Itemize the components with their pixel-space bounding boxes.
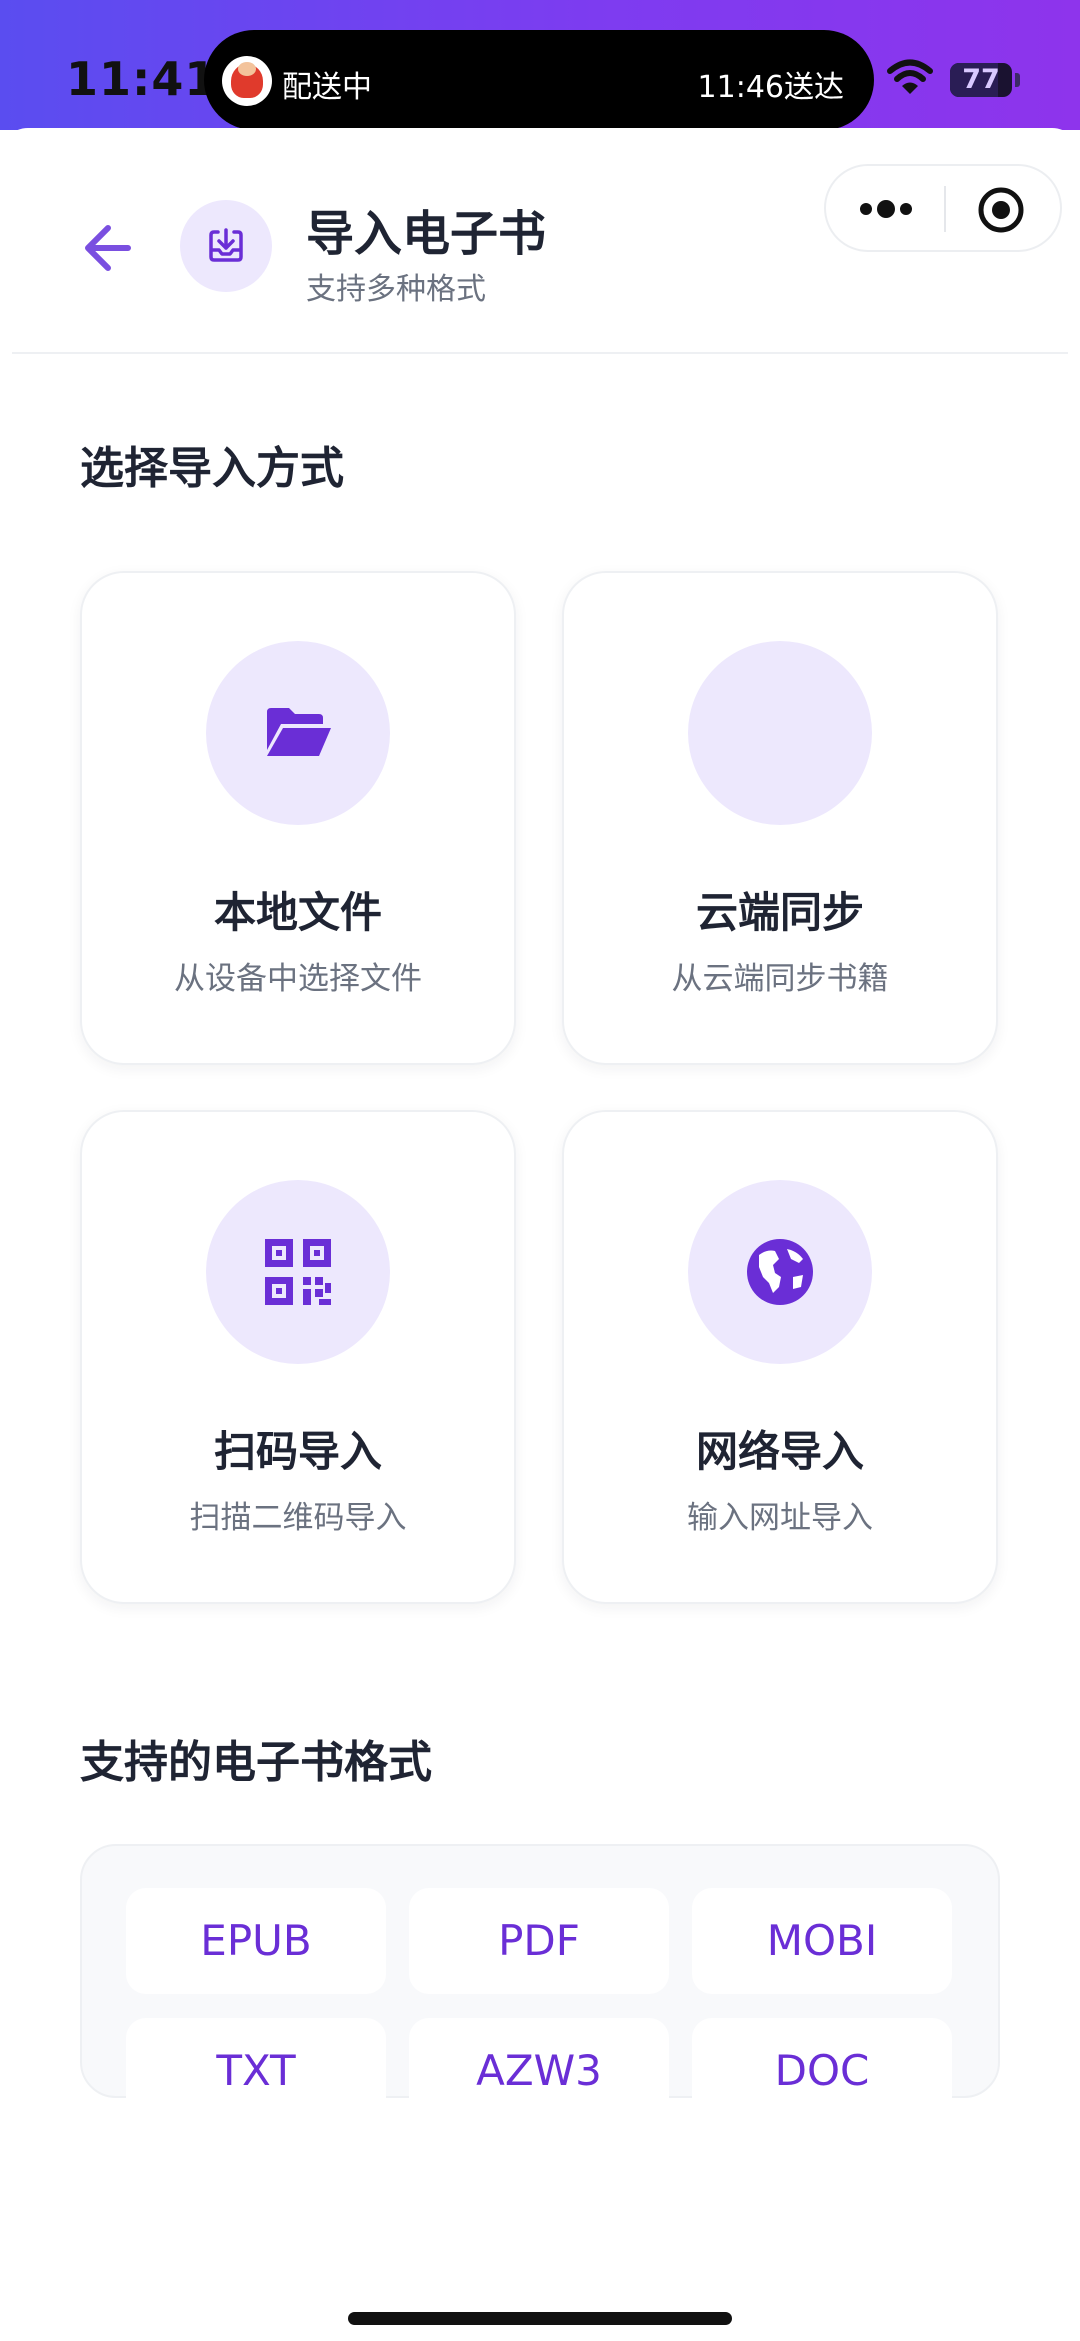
option-scan-qr[interactable]: 扫码导入 扫描二维码导入 [80,1110,516,1604]
format-chip-doc: DOC [692,2018,952,2124]
status-bar: 11:41 配送中 11:46送达 77 [0,0,1080,130]
mini-program-capsule [824,164,1062,252]
more-dots-icon[interactable] [856,186,916,232]
format-chip-epub: EPUB [126,1888,386,1994]
battery-level-text: 77 [962,64,1000,95]
option-description: 从设备中选择文件 [174,961,422,997]
import-header-badge [180,200,272,292]
close-target-icon[interactable] [976,186,1026,234]
delivery-live-activity[interactable]: 配送中 11:46送达 [204,30,874,130]
option-web-import[interactable]: 网络导入 输入网址导入 [562,1110,998,1604]
option-description: 扫描二维码导入 [189,1500,407,1536]
option-icon-circle [206,641,390,825]
delivery-eta-text: 11:46送达 [697,70,844,105]
option-cloud-sync[interactable]: 云端同步 从云端同步书籍 [562,571,998,1065]
page-header: 导入电子书 支持多种格式 [0,128,1080,354]
option-icon-circle [206,1180,390,1364]
option-description: 从云端同步书籍 [671,961,889,997]
formats-panel: EPUB PDF MOBI TXT AZW3 DOC [80,1844,1000,2124]
home-indicator[interactable] [348,2312,732,2325]
capsule-divider [944,186,946,232]
option-title: 云端同步 [695,888,864,937]
folder-open-icon [267,708,331,756]
page-sheet: 导入电子书 支持多种格式 选择导入方式 本地文件 从设备中选择文件 云端同步 从… [0,128,1080,2341]
wifi-icon [887,59,933,94]
screen: 11:41 配送中 11:46送达 77 导入电子书 支持多种格式 选择导入方式… [0,0,1080,2341]
globe-icon [747,1239,813,1305]
qr-code-icon [265,1239,331,1305]
format-chip-txt: TXT [126,2018,386,2124]
header-divider [12,352,1068,354]
option-description: 输入网址导入 [687,1500,873,1536]
delivery-status-text: 配送中 [282,70,372,105]
formats-heading: 支持的电子书格式 [80,1737,432,1788]
format-chip-mobi: MOBI [692,1888,952,1994]
option-title: 网络导入 [695,1427,864,1476]
option-title: 本地文件 [213,888,382,937]
battery-icon: 77 [950,63,1012,97]
option-icon-circle [688,1180,872,1364]
status-time: 11:41 [66,52,218,106]
cloud-icon [688,641,872,825]
import-methods-heading: 选择导入方式 [80,443,344,494]
back-arrow-icon[interactable] [80,208,144,288]
page-title: 导入电子书 [306,206,547,262]
delivery-rider-icon [222,56,272,106]
battery-nub [1015,73,1020,87]
page-subtitle: 支持多种格式 [306,272,486,307]
format-chip-pdf: PDF [409,1888,669,1994]
option-local-file[interactable]: 本地文件 从设备中选择文件 [80,571,516,1065]
download-tray-icon [209,228,243,262]
option-title: 扫码导入 [213,1427,382,1476]
format-chip-azw3: AZW3 [409,2018,669,2124]
